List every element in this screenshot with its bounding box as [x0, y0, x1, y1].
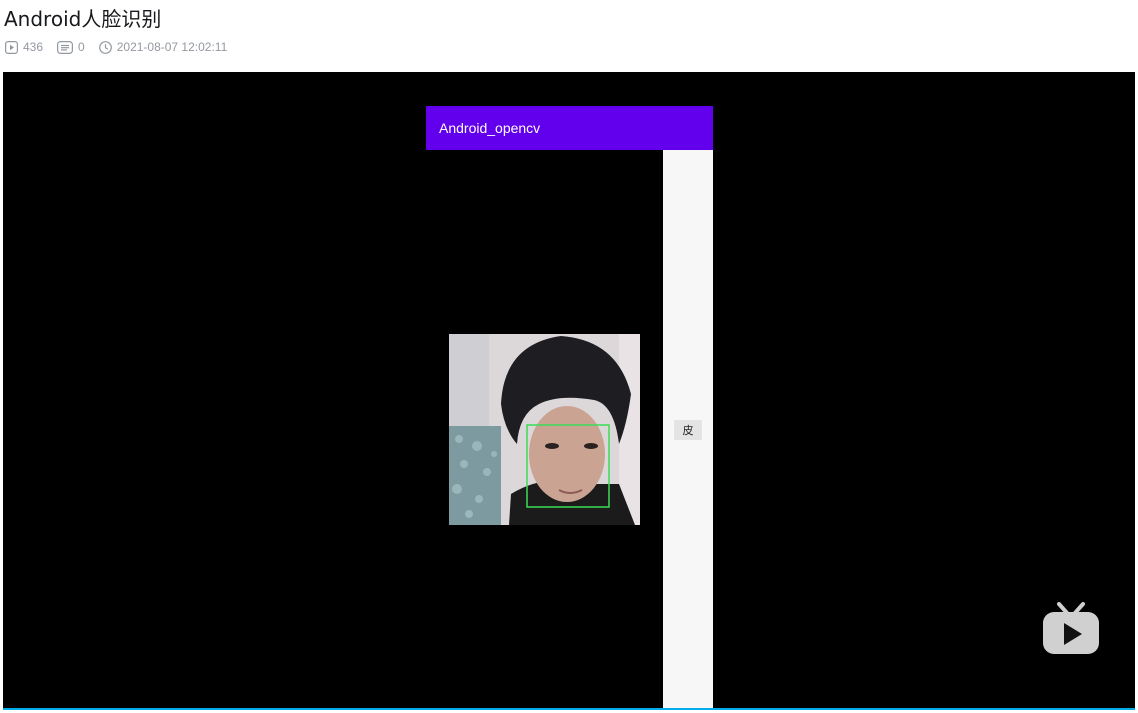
app-bar: Android_opencv — [426, 106, 713, 150]
publish-time: 2021-08-07 12:02:11 — [98, 40, 228, 54]
danmaku-count-value: 0 — [78, 40, 85, 54]
side-panel: 皮 — [663, 150, 713, 708]
video-meta: 436 0 2021-08-07 12:02:11 — [5, 40, 241, 54]
video-title: Android人脸识别 — [4, 7, 162, 31]
clock-icon — [98, 40, 112, 54]
bilibili-tv-icon[interactable] — [1039, 600, 1103, 658]
view-count-value: 436 — [23, 40, 44, 54]
danmaku-count: 0 — [57, 40, 85, 54]
side-button[interactable]: 皮 — [674, 420, 702, 440]
play-count-icon — [5, 40, 18, 54]
camera-preview — [449, 334, 640, 525]
publish-time-value: 2021-08-07 12:02:11 — [116, 40, 228, 54]
app-bar-title: Android_opencv — [439, 120, 541, 136]
view-count: 436 — [5, 40, 43, 54]
progress-bar[interactable] — [3, 708, 1135, 710]
camera-frame-image — [449, 334, 640, 525]
danmaku-icon — [57, 40, 74, 54]
video-player[interactable]: Android_opencv 皮 — [3, 72, 1135, 708]
